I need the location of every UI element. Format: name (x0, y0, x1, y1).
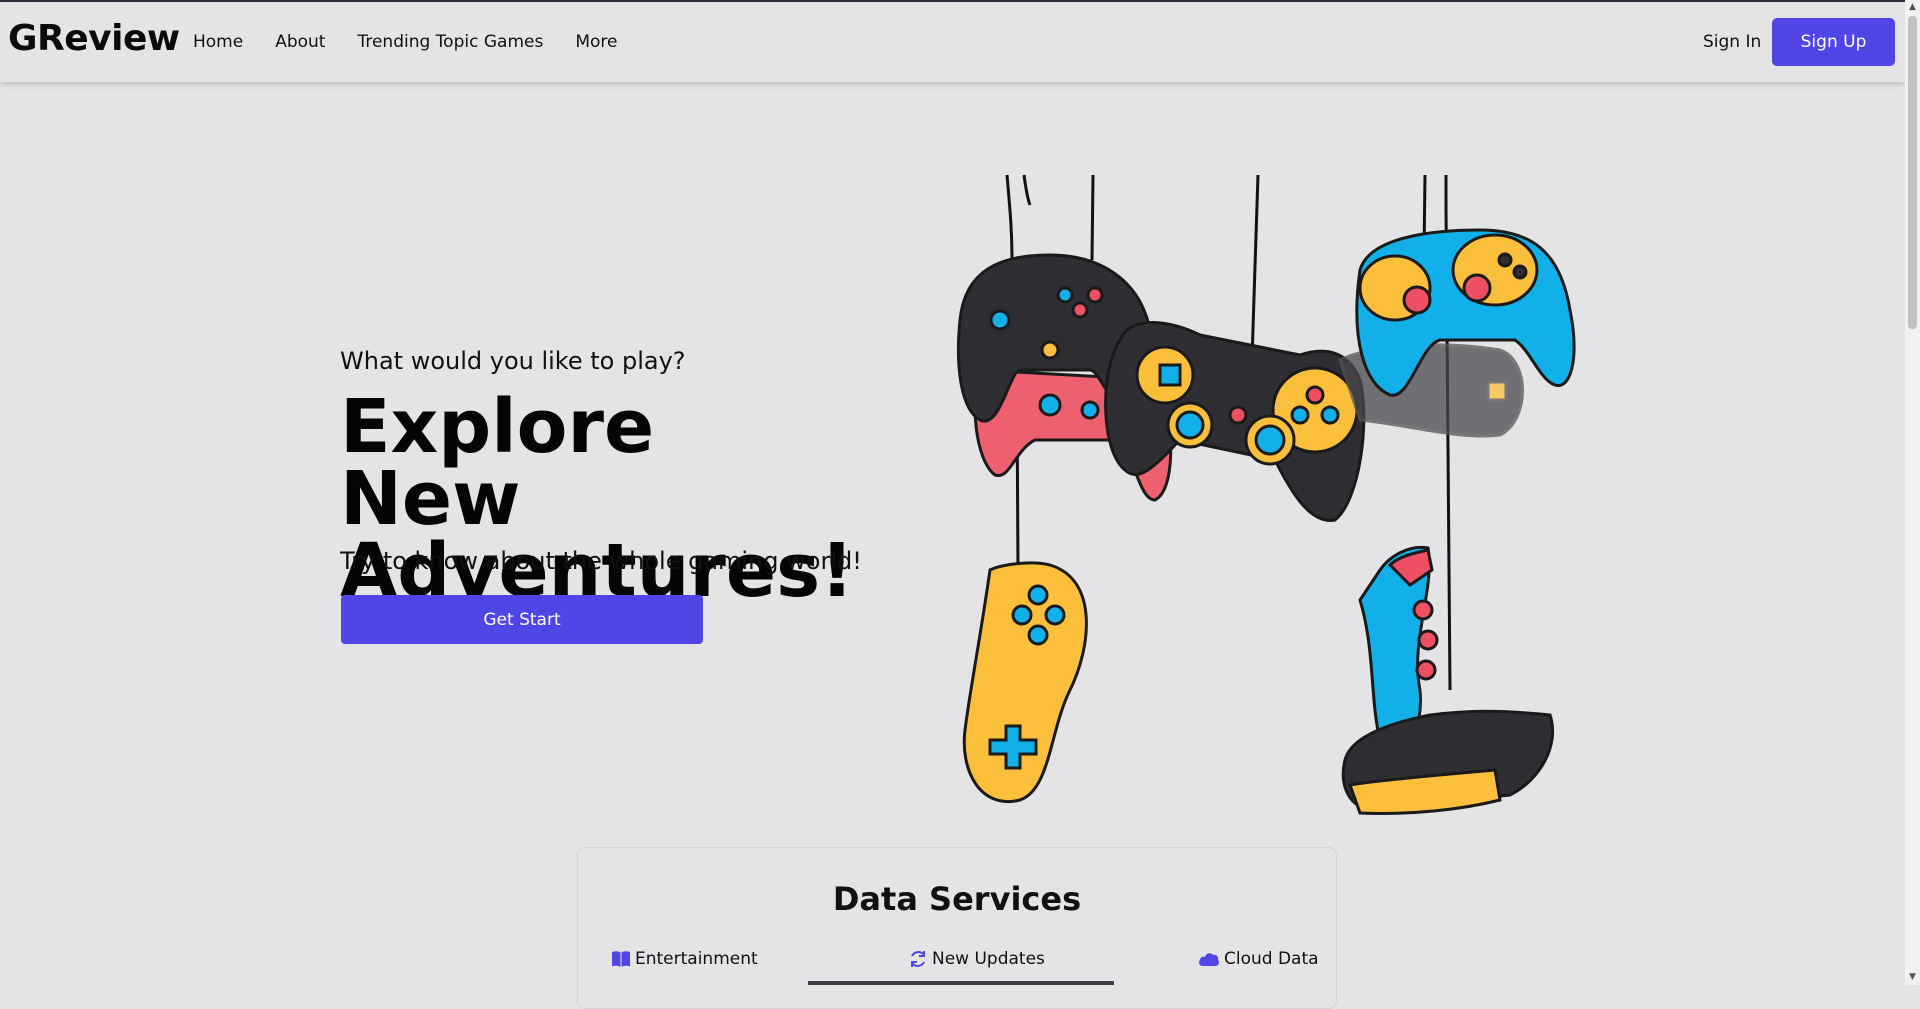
hero-title-line-1: Explore New (340, 384, 655, 542)
tab-cloud-data-label: Cloud Data (1224, 949, 1319, 969)
sign-up-button[interactable]: Sign Up (1772, 18, 1895, 66)
refresh-icon (911, 951, 925, 967)
nav-about[interactable]: About (275, 32, 325, 52)
tab-entertainment[interactable]: Entertainment (611, 949, 758, 969)
nav-trending-topic-games[interactable]: Trending Topic Games (357, 32, 543, 52)
scrollbar-thumb[interactable] (1908, 16, 1917, 329)
tab-new-updates[interactable]: New Updates (908, 949, 1045, 969)
data-services-title: Data Services (832, 880, 1082, 918)
cloud-icon (1199, 953, 1219, 966)
active-tab-indicator (808, 981, 1114, 985)
tab-entertainment-label: Entertainment (635, 949, 758, 969)
vertical-scrollbar[interactable]: ▲ ▼ (1905, 0, 1920, 985)
hanging-controllers-illustration (956, 174, 1576, 815)
nav-links: Home About Trending Topic Games More (193, 32, 617, 52)
nav-home[interactable]: Home (193, 32, 243, 52)
tab-cloud-data[interactable]: Cloud Data (1198, 949, 1319, 969)
scroll-down-arrow-icon[interactable]: ▼ (1905, 970, 1920, 985)
hero-subtitle: What would you like to play? (340, 347, 686, 375)
nav-more[interactable]: More (575, 32, 617, 52)
get-start-button[interactable]: Get Start (341, 595, 703, 644)
navbar: GReview Home About Trending Topic Games … (0, 2, 1905, 82)
tab-new-updates-label: New Updates (932, 949, 1045, 969)
hero-description: Try to know about the whole gaming world… (340, 547, 862, 575)
brand-logo[interactable]: GReview (8, 18, 180, 59)
sign-in-link[interactable]: Sign In (1703, 32, 1761, 52)
yellow-controller-icon (962, 561, 1088, 803)
scroll-up-arrow-icon[interactable]: ▲ (1905, 0, 1920, 15)
book-icon (612, 951, 630, 967)
